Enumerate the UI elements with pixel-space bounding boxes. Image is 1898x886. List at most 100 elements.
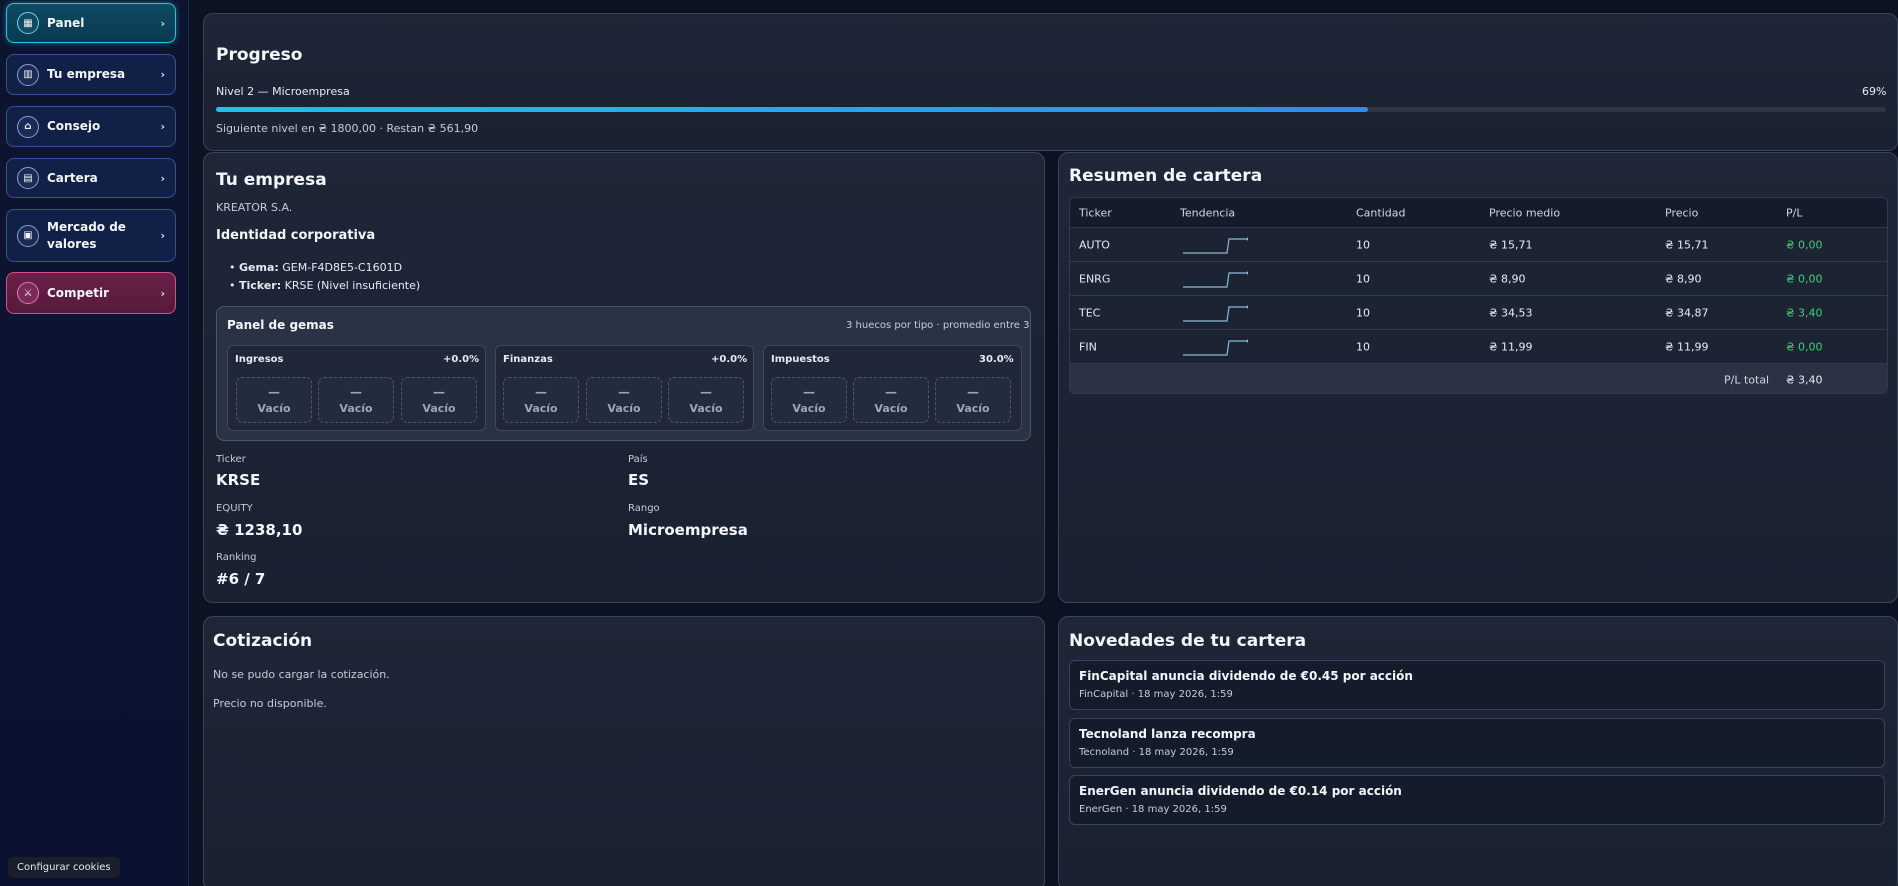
sidebar: ▦ Panel › ▥ Tu empresa › ⌂ Consejo › ▤ C… (0, 0, 189, 886)
cell-ticker: FIN (1079, 340, 1097, 353)
gem-slot[interactable]: — Vacío (935, 377, 1011, 423)
sidebar-item-compete[interactable]: ⚔ Competir › (6, 272, 176, 314)
col-qty: Cantidad (1356, 206, 1406, 219)
gem-line: • Gema: GEM-F4D8E5-C1601D (229, 261, 402, 274)
col-ticker: Ticker (1079, 206, 1112, 219)
sidebar-item-label: Tu empresa (47, 67, 126, 81)
progress-title: Progreso (216, 45, 303, 65)
quote-unavailable: Precio no disponible. (213, 697, 327, 710)
cell-pl: ₴ 3,40 (1786, 306, 1823, 319)
gem-group-value: +0.0% (711, 354, 748, 365)
ticker-value: KRSE (Nivel insuficiente) (284, 279, 421, 292)
slot-dash: — (268, 384, 280, 399)
col-trend: Tendencia (1180, 206, 1236, 219)
chevron-right-icon: › (160, 286, 165, 300)
table-row[interactable]: FIN 10 ₴ 11,99 ₴ 11,99 ₴ 0,00 (1070, 330, 1887, 364)
trend-sparkline (1183, 339, 1248, 356)
sidebar-item-portfolio[interactable]: ▤ Cartera › (6, 158, 176, 198)
bullet: • (229, 279, 239, 292)
gem-panel-note: 3 huecos por tipo · promedio entre 3 (846, 320, 1030, 331)
stat-ranking-label: Ranking (216, 552, 257, 563)
col-price: Precio (1665, 206, 1699, 219)
sidebar-item-panel[interactable]: ▦ Panel › (6, 3, 176, 43)
next-level-text: Siguiente nivel en ₴ 1800,00 · Restan ₴ … (216, 122, 479, 135)
slot-label: Vacío (792, 401, 826, 415)
quote-error: No se pudo cargar la cotización. (213, 668, 390, 681)
sidebar-item-label: Competir (47, 285, 110, 300)
cell-avg: ₴ 8,90 (1489, 272, 1526, 285)
gem-panel-title: Panel de gemas (227, 318, 334, 332)
gem-slot[interactable]: — Vacío (853, 377, 929, 423)
table-row[interactable]: AUTO 10 ₴ 15,71 ₴ 15,71 ₴ 0,00 (1070, 228, 1887, 262)
company-name: KREATOR S.A. (216, 201, 293, 214)
slot-dash: — (700, 384, 712, 399)
identity-title: Identidad corporativa (216, 228, 376, 243)
cookie-settings-button[interactable]: Configurar cookies (8, 857, 120, 878)
cell-avg: ₴ 11,99 (1489, 340, 1533, 353)
cell-ticker: TEC (1079, 306, 1101, 319)
gem-slot[interactable]: — Vacío (668, 377, 744, 423)
gem-label: Gema: (239, 261, 279, 274)
chart-icon: ▤ (17, 167, 39, 189)
gem-group-label: Impuestos (771, 354, 830, 365)
sidebar-item-label: Panel (47, 15, 85, 30)
ticker-label: Ticker: (239, 279, 282, 292)
news-item[interactable]: FinCapital anuncia dividendo de €0.45 po… (1069, 660, 1885, 710)
table-row[interactable]: TEC 10 ₴ 34,53 ₴ 34,87 ₴ 3,40 (1070, 296, 1887, 330)
stat-equity-value: ₴ 1238,10 (216, 521, 303, 539)
building-icon: ▥ (17, 63, 39, 86)
news-item-meta: EnerGen · 18 may 2026, 1:59 (1079, 804, 1227, 815)
trend-sparkline (1183, 271, 1248, 288)
gem-group-value: +0.0% (443, 354, 480, 365)
cell-qty: 10 (1356, 306, 1370, 319)
slot-dash: — (350, 384, 362, 399)
stat-equity-label: EQUITY (216, 503, 253, 514)
gem-slot[interactable]: — Vacío (503, 377, 579, 423)
table-row[interactable]: ENRG 10 ₴ 8,90 ₴ 8,90 ₴ 0,00 (1070, 262, 1887, 296)
sidebar-item-council[interactable]: ⌂ Consejo › (6, 106, 176, 147)
chevron-right-icon: › (160, 16, 165, 30)
slot-label: Vacío (257, 401, 291, 415)
gem-slot[interactable]: — Vacío (318, 377, 394, 423)
news-item[interactable]: Tecnoland lanza recompra Tecnoland · 18 … (1069, 718, 1885, 768)
news-item-title: FinCapital anuncia dividendo de €0.45 po… (1079, 669, 1413, 683)
cell-price: ₴ 8,90 (1665, 272, 1702, 285)
gem-slot[interactable]: — Vacío (236, 377, 312, 423)
level-text: Nivel 2 — Microempresa (216, 85, 350, 98)
sidebar-item-label: Mercado de valores (47, 219, 126, 251)
news-item[interactable]: EnerGen anuncia dividendo de €0.14 por a… (1069, 775, 1885, 825)
table-header: Ticker Tendencia Cantidad Precio medio P… (1070, 198, 1887, 228)
slot-dash: — (535, 384, 547, 399)
cell-pl: ₴ 0,00 (1786, 238, 1823, 251)
gem-group-value: 30.0% (979, 354, 1014, 365)
sidebar-item-market[interactable]: ▣ Mercado de valores › (6, 209, 176, 262)
slot-dash: — (618, 384, 630, 399)
trend-sparkline (1183, 237, 1248, 254)
sidebar-item-label: Consejo (47, 119, 101, 133)
progress-bar (216, 107, 1886, 112)
cell-qty: 10 (1356, 272, 1370, 285)
quote-card (203, 616, 1045, 886)
chevron-right-icon: › (160, 171, 165, 185)
slot-dash: — (803, 384, 815, 399)
bullet: • (229, 261, 239, 274)
slot-dash: — (433, 384, 445, 399)
portfolio-table: Ticker Tendencia Cantidad Precio medio P… (1069, 197, 1888, 394)
progress-bar-fill (216, 107, 1369, 112)
cell-avg: ₴ 15,71 (1489, 238, 1533, 251)
table-footer: P/L total ₴ 3,40 (1070, 364, 1887, 393)
sidebar-item-company[interactable]: ▥ Tu empresa › (6, 54, 176, 95)
slot-label: Vacío (607, 401, 641, 415)
slot-label: Vacío (956, 401, 990, 415)
chevron-right-icon: › (160, 68, 165, 81)
stat-country-label: País (628, 454, 648, 465)
gem-slot[interactable]: — Vacío (401, 377, 477, 423)
news-title: Novedades de tu cartera (1069, 631, 1307, 651)
percent-text: 69% (1862, 85, 1887, 98)
cell-price: ₴ 34,87 (1665, 306, 1709, 319)
gem-slot[interactable]: — Vacío (771, 377, 847, 423)
stat-ranking-value: #6 / 7 (216, 570, 266, 588)
sidebar-item-label: Cartera (47, 170, 98, 185)
gem-group-label: Ingresos (235, 354, 284, 365)
gem-slot[interactable]: — Vacío (586, 377, 662, 423)
